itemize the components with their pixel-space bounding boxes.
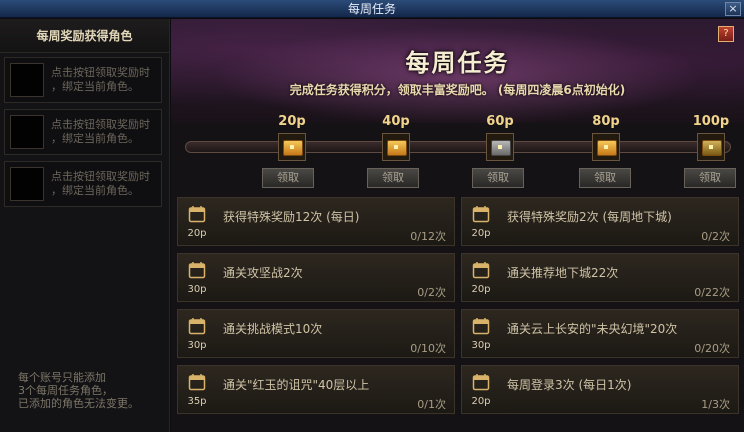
window-titlebar: 每周任务 × (0, 0, 744, 18)
calendar-check-icon (472, 205, 490, 223)
avatar (10, 167, 44, 201)
role-slot[interactable]: 点击按钮领取奖励时 ，绑定当前角色。 (4, 57, 162, 103)
role-slot-hint: 点击按钮领取奖励时 ，绑定当前角色。 (51, 170, 150, 197)
quest-name: 通关挑战模式10次 (223, 322, 323, 336)
milestone-points: 100p (692, 114, 730, 129)
quest-card: 20p 每周登录3次 (每日1次) 1/3次 (461, 365, 739, 414)
claim-button-100[interactable]: 领取 (684, 168, 736, 188)
role-slot-hint: 点击按钮领取奖励时 ，绑定当前角色。 (51, 118, 150, 145)
treasure-chest-icon[interactable] (382, 133, 410, 161)
role-slot[interactable]: 点击按钮领取奖励时 ，绑定当前角色。 (4, 161, 162, 207)
quest-card: 20p 获得特殊奖励12次 (每日) 0/12次 (177, 197, 455, 246)
quest-progress: 0/12次 (410, 230, 446, 243)
quest-name: 通关推荐地下城22次 (507, 266, 619, 280)
calendar-check-icon (472, 261, 490, 279)
treasure-chest-icon[interactable] (592, 133, 620, 161)
avatar (10, 115, 44, 149)
treasure-chest-icon[interactable] (278, 133, 306, 161)
milestone-points: 20p (278, 114, 306, 129)
quest-card: 30p 通关攻坚战2次 0/2次 (177, 253, 455, 302)
quest-card: 30p 通关挑战模式10次 0/10次 (177, 309, 455, 358)
banner: 每周任务 完成任务获得积分，领取丰富奖励吧。 (每周四凌晨6点初始化) ? (171, 19, 744, 123)
treasure-chest-icon[interactable] (486, 133, 514, 161)
milestone-points: 40p (382, 114, 410, 129)
milestone-points: 80p (592, 114, 620, 129)
role-panel-title: 每周奖励获得角色 (0, 19, 169, 53)
milestone-60: 60p (470, 113, 530, 161)
quest-progress: 0/1次 (417, 398, 446, 411)
calendar-check-icon (188, 373, 206, 391)
quest-name: 获得特殊奖励2次 (每周地下城) (507, 210, 672, 224)
quest-progress: 0/22次 (694, 286, 730, 299)
quest-card: 20p 获得特殊奖励2次 (每周地下城) 0/2次 (461, 197, 739, 246)
milestone-100: 100p (681, 113, 741, 161)
quest-card: 20p 通关推荐地下城22次 0/22次 (461, 253, 739, 302)
quest-name: 获得特殊奖励12次 (每日) (223, 210, 360, 224)
page-title: 每周任务 (405, 48, 510, 77)
role-panel: 每周奖励获得角色 点击按钮领取奖励时 ，绑定当前角色。 点击按钮领取奖励时 ，绑… (0, 19, 170, 432)
role-slot-hint: 点击按钮领取奖励时 ，绑定当前角色。 (51, 66, 150, 93)
quest-progress: 0/2次 (417, 286, 446, 299)
quest-points: 30p (187, 340, 207, 351)
avatar (10, 63, 44, 97)
quest-progress: 0/2次 (701, 230, 730, 243)
role-limit-note: 每个账号只能添加 3个每周任务角色， 已添加的角色无法变更。 (18, 371, 139, 410)
treasure-chest-icon[interactable] (697, 133, 725, 161)
calendar-check-icon (472, 373, 490, 391)
window-title: 每周任务 (347, 2, 396, 16)
milestone-points: 60p (486, 114, 514, 129)
quest-points: 20p (471, 284, 491, 295)
calendar-check-icon (188, 261, 206, 279)
quest-card: 35p 通关"红玉的诅咒"40层以上 0/1次 (177, 365, 455, 414)
book-icon[interactable]: ? (718, 26, 734, 42)
quest-points: 35p (187, 396, 207, 407)
quest-points: 20p (471, 228, 491, 239)
milestone-20: 20p (262, 113, 322, 161)
milestone-40: 40p (366, 113, 426, 161)
weekly-quest-panel: 每周任务 完成任务获得积分，领取丰富奖励吧。 (每周四凌晨6点初始化) ? 20… (171, 19, 744, 432)
milestone-80: 80p (576, 113, 636, 161)
calendar-check-icon (472, 317, 490, 335)
claim-button-20[interactable]: 领取 (262, 168, 314, 188)
claim-button-40[interactable]: 领取 (367, 168, 419, 188)
role-slot[interactable]: 点击按钮领取奖励时 ，绑定当前角色。 (4, 109, 162, 155)
quest-progress: 1/3次 (701, 398, 730, 411)
calendar-check-icon (188, 205, 206, 223)
calendar-check-icon (188, 317, 206, 335)
quest-name: 每周登录3次 (每日1次) (507, 378, 632, 392)
quest-progress: 0/10次 (410, 342, 446, 355)
quest-name: 通关攻坚战2次 (223, 266, 303, 280)
quest-name: 通关云上长安的"未央幻境"20次 (507, 322, 678, 336)
close-button[interactable]: × (725, 2, 741, 16)
quest-progress: 0/20次 (694, 342, 730, 355)
quest-name: 通关"红玉的诅咒"40层以上 (223, 378, 370, 392)
quest-points: 20p (187, 228, 207, 239)
quest-card: 30p 通关云上长安的"未央幻境"20次 0/20次 (461, 309, 739, 358)
page-subtitle: 完成任务获得积分，领取丰富奖励吧。 (每周四凌晨6点初始化) (289, 83, 626, 97)
quest-points: 30p (471, 340, 491, 351)
claim-button-60[interactable]: 领取 (472, 168, 524, 188)
quest-points: 30p (187, 284, 207, 295)
quest-points: 20p (471, 396, 491, 407)
claim-button-80[interactable]: 领取 (579, 168, 631, 188)
